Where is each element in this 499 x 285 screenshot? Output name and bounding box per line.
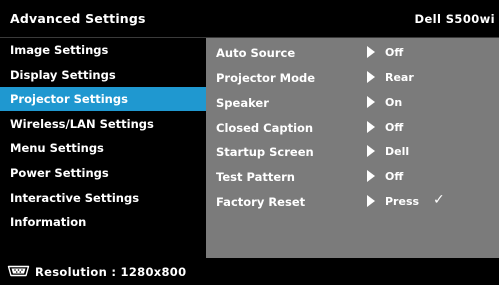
setting-value: Off <box>385 170 404 183</box>
sidebar-item-display-settings[interactable]: Display Settings <box>0 63 206 87</box>
sidebar-item-power-settings[interactable]: Power Settings <box>0 161 206 185</box>
setting-label: Auto Source <box>216 46 296 60</box>
setting-value: Off <box>385 46 404 59</box>
vga-connector-icon <box>7 265 30 277</box>
setting-value: Rear <box>385 71 414 84</box>
setting-label: Factory Reset <box>216 195 306 209</box>
setting-value: On <box>385 96 403 109</box>
setting-label: Projector Mode <box>216 71 316 85</box>
setting-label: Closed Caption <box>216 121 314 135</box>
sidebar-item-image-settings[interactable]: Image Settings <box>0 38 206 62</box>
setting-value: Off <box>385 121 404 134</box>
arrow-right-icon <box>367 96 375 108</box>
sidebar-item-wireless-lan-settings[interactable]: Wireless/LAN Settings <box>0 112 206 136</box>
setting-label: Startup Screen <box>216 145 314 159</box>
setting-row-auto-source[interactable]: Auto Source Off <box>206 40 499 64</box>
resolution-readout: Resolution : 1280x800 <box>35 265 187 279</box>
setting-row-test-pattern[interactable]: Test Pattern Off <box>206 164 499 188</box>
status-bar: Resolution : 1280x800 <box>0 258 499 285</box>
model-name: Dell S500wi <box>414 12 495 26</box>
arrow-right-icon <box>367 121 375 133</box>
sidebar-item-interactive-settings[interactable]: Interactive Settings <box>0 186 206 210</box>
setting-label: Test Pattern <box>216 170 295 184</box>
setting-row-speaker[interactable]: Speaker On <box>206 90 499 114</box>
menu-title: Advanced Settings <box>10 11 146 26</box>
osd-menu: Advanced Settings Dell S500wi Image Sett… <box>0 0 499 285</box>
arrow-right-icon <box>367 71 375 83</box>
setting-value: Dell <box>385 145 410 158</box>
arrow-right-icon <box>367 170 375 182</box>
sidebar-item-menu-settings[interactable]: Menu Settings <box>0 136 206 160</box>
sidebar-item-projector-settings[interactable]: Projector Settings <box>0 87 206 112</box>
setting-row-factory-reset[interactable]: Factory Reset Press ✓ <box>206 189 499 213</box>
settings-sidebar: Image Settings Display Settings Projecto… <box>0 38 206 234</box>
check-icon: ✓ <box>433 192 445 208</box>
arrow-right-icon <box>367 195 375 207</box>
setting-label: Speaker <box>216 96 269 110</box>
projector-settings-panel: Auto Source Off Projector Mode Rear Spea… <box>206 38 499 258</box>
setting-row-closed-caption[interactable]: Closed Caption Off <box>206 115 499 139</box>
setting-row-startup-screen[interactable]: Startup Screen Dell <box>206 139 499 163</box>
setting-row-projector-mode[interactable]: Projector Mode Rear <box>206 65 499 89</box>
menu-header: Advanced Settings Dell S500wi <box>0 0 499 38</box>
setting-value: Press <box>385 195 420 208</box>
sidebar-item-information[interactable]: Information <box>0 210 206 234</box>
arrow-right-icon <box>367 46 375 58</box>
arrow-right-icon <box>367 145 375 157</box>
